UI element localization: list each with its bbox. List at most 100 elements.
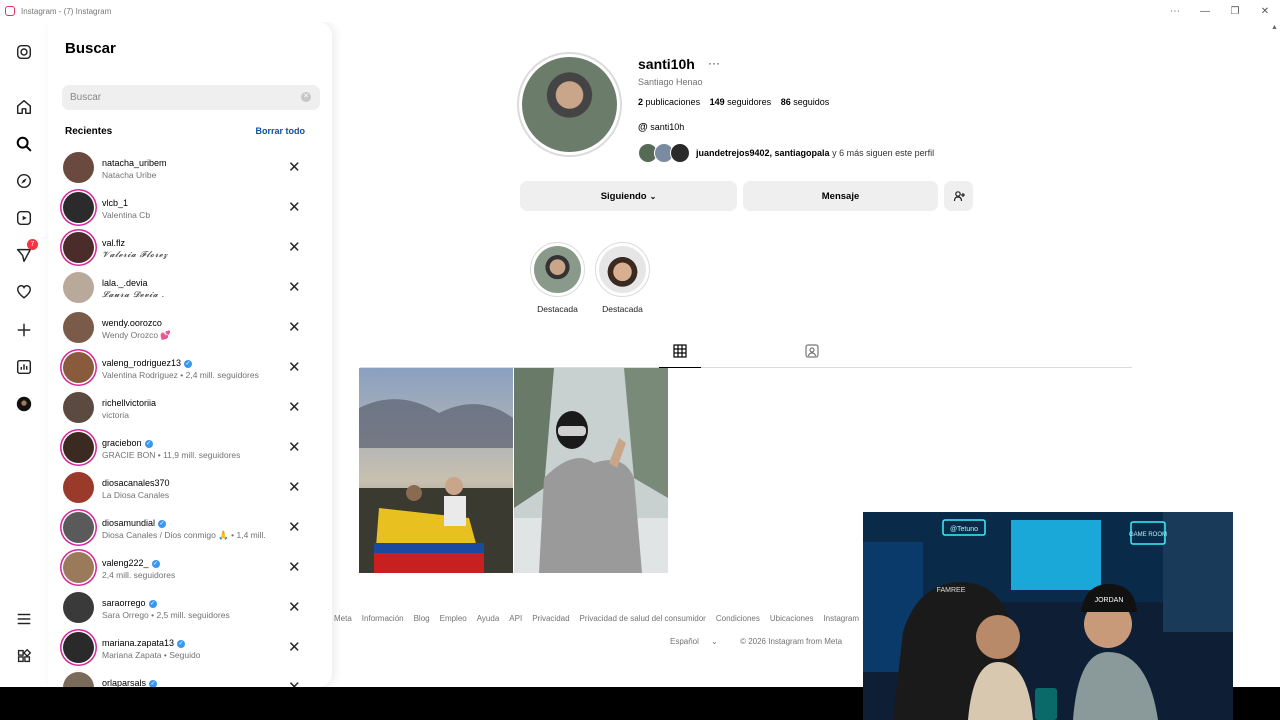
remove-recent-icon[interactable]: ✕ (288, 520, 301, 535)
list-item[interactable]: mariana.zapata13 ✓ Mariana Zapata • Seguid… (62, 628, 322, 668)
footer-link[interactable]: Información (362, 614, 404, 623)
highlight-item[interactable]: Destacada (595, 242, 650, 314)
recent-username: richellvictoriia (102, 398, 157, 408)
clear-all-button[interactable]: Borrar todo (256, 126, 306, 136)
followed-by[interactable]: juandetrejos9402, santiagopala y 6 más s… (638, 142, 934, 164)
list-item[interactable]: orlaparsals✓ ✕ (62, 668, 322, 687)
grid-icon (673, 344, 687, 358)
list-item[interactable]: diosacanales370 La Diosa Canales ✕ (62, 468, 322, 508)
footer-link[interactable]: Instagram (823, 614, 859, 623)
post-thumbnail[interactable] (359, 368, 513, 573)
footer-link[interactable]: Ayuda (477, 614, 500, 623)
remove-recent-icon[interactable]: ✕ (288, 320, 301, 335)
remove-recent-icon[interactable]: ✕ (288, 400, 301, 415)
avatar (63, 392, 94, 423)
window-maximize-button[interactable]: ❐ (1220, 6, 1250, 17)
search-panel: Buscar ✕ Recientes Borrar todo natacha_u… (48, 22, 332, 687)
list-item[interactable]: wendy.oorozco Wendy Orozco 💕 ✕ (62, 308, 322, 348)
footer-link[interactable]: Privacidad (532, 614, 569, 623)
home-icon[interactable] (14, 97, 34, 117)
remove-recent-icon[interactable]: ✕ (288, 440, 301, 455)
footer-link[interactable]: Meta (334, 614, 352, 623)
remove-recent-icon[interactable]: ✕ (288, 480, 301, 495)
explore-icon[interactable] (14, 171, 34, 191)
recent-subtitle: Mariana Zapata • Seguido (102, 650, 201, 660)
search-icon[interactable] (14, 134, 34, 154)
create-icon[interactable] (14, 320, 34, 340)
threads-icon: @ (638, 122, 648, 133)
webcam-overlay: @Tetuno GAME ROOM FAMREE JORDAN (863, 512, 1233, 720)
remove-recent-icon[interactable]: ✕ (288, 360, 301, 375)
following-stat[interactable]: 86 seguidos (781, 97, 830, 107)
remove-recent-icon[interactable]: ✕ (288, 600, 301, 615)
list-item[interactable]: valeng222_ ✓ 2,4 mill. seguidores ✕ (62, 548, 322, 588)
chevron-down-icon: ⌄ (711, 637, 718, 646)
search-input[interactable] (62, 85, 320, 110)
footer-link[interactable]: API (509, 614, 522, 623)
recent-subtitle: victoria (102, 410, 129, 420)
list-item[interactable]: natacha_uribem Natacha Uribe ✕ (62, 148, 322, 188)
profile-options-icon[interactable]: ··· (708, 56, 720, 70)
verified-icon: ✓ (177, 639, 186, 648)
notifications-icon[interactable] (14, 282, 34, 302)
footer-link[interactable]: Ubicaciones (770, 614, 814, 623)
followers-stat[interactable]: 149 seguidores (710, 97, 772, 107)
recent-username: wendy.oorozco (102, 318, 162, 328)
messages-icon[interactable]: 7 (14, 239, 38, 265)
remove-recent-icon[interactable]: ✕ (288, 680, 301, 687)
tab-posts[interactable] (659, 344, 701, 368)
threads-link[interactable]: @ santi10h (638, 122, 684, 133)
profile-full-name: Santiago Henao (638, 77, 703, 87)
verified-icon: ✓ (144, 439, 153, 448)
clear-search-icon[interactable]: ✕ (301, 92, 311, 102)
remove-recent-icon[interactable]: ✕ (288, 640, 301, 655)
remove-recent-icon[interactable]: ✕ (288, 160, 301, 175)
list-item[interactable]: graciebon ✓ GRACIE BON • 11,9 mill. seguid… (62, 428, 322, 468)
recent-username: mariana.zapata13 ✓ (102, 638, 186, 648)
remove-recent-icon[interactable]: ✕ (288, 200, 301, 215)
list-item[interactable]: valeng_rodriguez13 ✓ Valentina Rodriguez •… (62, 348, 322, 388)
menu-icon[interactable] (14, 609, 34, 629)
reels-icon[interactable] (14, 208, 34, 228)
highlight-item[interactable]: Destacada (530, 242, 585, 314)
list-item[interactable]: val.flz 𝓥𝓪𝓵𝓮𝓻𝓲𝓪 𝓕𝓵𝓸𝓻𝓮𝔃 ✕ (62, 228, 322, 268)
following-button[interactable]: Siguiendo ⌄ (520, 181, 737, 211)
recent-subtitle: GRACIE BON • 11,9 mill. seguidores (102, 450, 241, 460)
list-item[interactable]: richellvictoriia victoria ✕ (62, 388, 322, 428)
recent-username: vlcb_1 (102, 198, 129, 208)
instagram-logo-icon[interactable] (14, 42, 34, 62)
dashboard-icon[interactable] (14, 357, 34, 377)
recent-list: natacha_uribem Natacha Uribe ✕ vlcb_1 Valent… (62, 148, 322, 687)
avatar (63, 192, 94, 223)
add-user-button[interactable] (944, 181, 973, 211)
verified-icon: ✓ (149, 679, 158, 687)
page-scroll-up-icon[interactable]: ▲ (1271, 24, 1278, 31)
remove-recent-icon[interactable]: ✕ (288, 280, 301, 295)
message-button[interactable]: Mensaje (743, 181, 938, 211)
window-menu-button[interactable]: ⋯ (1160, 6, 1190, 17)
footer-link[interactable]: Condiciones (716, 614, 760, 623)
list-item[interactable]: lala._.devia 𝓛𝓪𝓾𝓻𝓪 𝓓𝓮𝓿𝓲𝓪 . ✕ (62, 268, 322, 308)
add-user-icon (953, 191, 965, 202)
more-icon[interactable] (14, 646, 34, 666)
profile-picture[interactable] (517, 52, 622, 157)
footer-link[interactable]: Privacidad de salud del consumidor (580, 614, 706, 623)
remove-recent-icon[interactable]: ✕ (288, 560, 301, 575)
list-item[interactable]: diosamundial ✓ Diosa Canales / Dios conmig… (62, 508, 322, 548)
profile-icon[interactable] (14, 394, 34, 414)
language-select[interactable]: Español ⌄ (670, 637, 728, 646)
window-minimize-button[interactable]: — (1190, 6, 1220, 17)
avatar (63, 272, 94, 303)
tab-tagged[interactable] (800, 344, 824, 368)
recent-username: orlaparsals ✓ (102, 678, 158, 687)
list-item[interactable]: vlcb_1 Valentina Cb ✕ (62, 188, 322, 228)
window-close-button[interactable]: ✕ (1250, 6, 1280, 17)
footer-link[interactable]: Empleo (440, 614, 467, 623)
avatar (63, 232, 94, 263)
list-item[interactable]: saraorrego ✓ Sara Orrego • 2,5 mill. segui… (62, 588, 322, 628)
remove-recent-icon[interactable]: ✕ (288, 240, 301, 255)
footer-link[interactable]: Blog (414, 614, 430, 623)
recent-username: diosamundial ✓ (102, 518, 167, 528)
post-thumbnail[interactable] (514, 368, 668, 573)
nav-rail: 7 (0, 22, 48, 687)
